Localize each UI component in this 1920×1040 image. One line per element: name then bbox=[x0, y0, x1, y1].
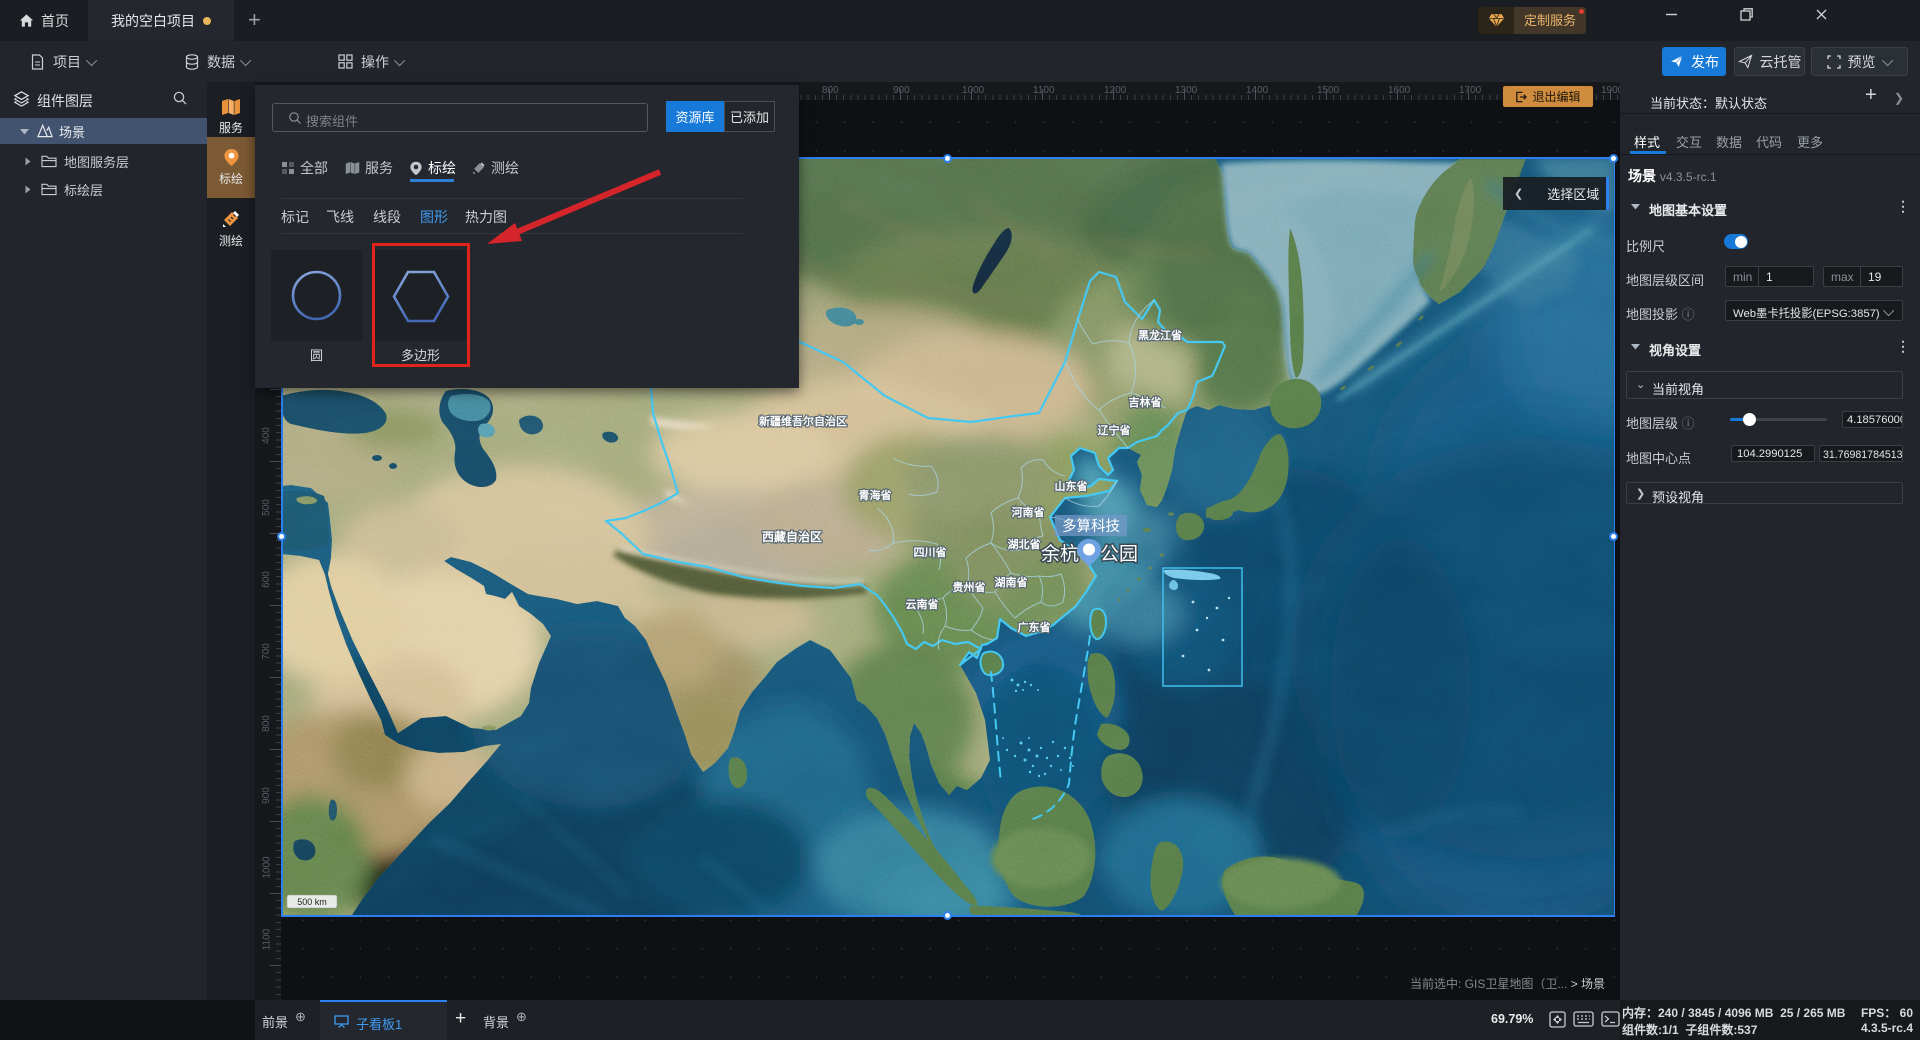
svg-text:西藏自治区: 西藏自治区 bbox=[762, 529, 822, 544]
svg-text:四川省: 四川省 bbox=[914, 545, 947, 559]
svg-text:山东省: 山东省 bbox=[1055, 479, 1088, 493]
svg-text:多算科技: 多算科技 bbox=[1062, 518, 1120, 535]
svg-text:贵州省: 贵州省 bbox=[953, 580, 986, 594]
svg-text:广东省: 广东省 bbox=[1018, 620, 1051, 634]
svg-text:黑龙江省: 黑龙江省 bbox=[1138, 328, 1182, 342]
svg-text:湖南省: 湖南省 bbox=[995, 575, 1028, 589]
svg-text:青海省: 青海省 bbox=[859, 488, 892, 502]
svg-text:辽宁省: 辽宁省 bbox=[1098, 423, 1131, 437]
svg-text:余杭: 余杭 bbox=[1041, 543, 1079, 565]
svg-text:公园: 公园 bbox=[1100, 544, 1138, 565]
svg-text:云南省: 云南省 bbox=[906, 597, 939, 611]
svg-text:湖北省: 湖北省 bbox=[1008, 537, 1041, 551]
svg-text:吉林省: 吉林省 bbox=[1129, 395, 1162, 409]
svg-text:河南省: 河南省 bbox=[1012, 505, 1045, 519]
svg-text:500 km: 500 km bbox=[297, 897, 327, 907]
svg-text:新疆维吾尔自治区: 新疆维吾尔自治区 bbox=[759, 414, 847, 428]
